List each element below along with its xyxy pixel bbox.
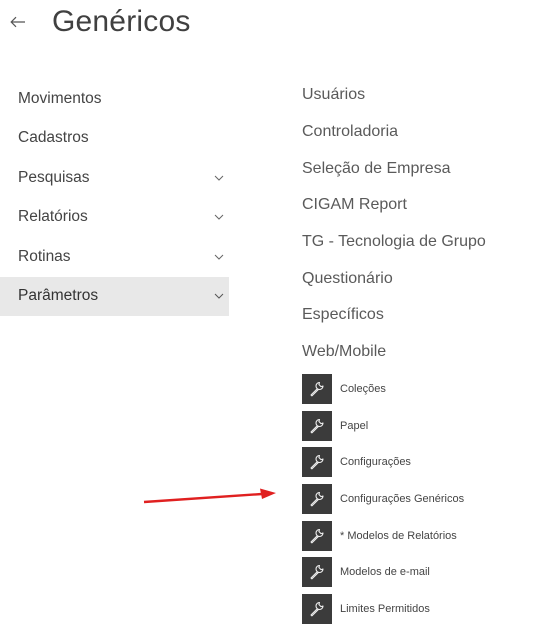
tool-item-label: Papel bbox=[340, 419, 369, 432]
submenu-item-selecao-empresa[interactable]: Seleção de Empresa bbox=[302, 150, 486, 187]
tool-item-label: * Modelos de Relatórios bbox=[340, 529, 457, 542]
tool-item-papel[interactable]: Papel bbox=[302, 408, 464, 445]
sidebar-item-label: Parâmetros bbox=[18, 287, 99, 305]
chevron-down-icon bbox=[212, 210, 226, 224]
tool-item-limites-permitidos[interactable]: Limites Permitidos bbox=[302, 591, 464, 628]
sidebar-item-label: Rotinas bbox=[18, 247, 71, 265]
submenu-item-cigam-report[interactable]: CIGAM Report bbox=[302, 187, 486, 224]
sidebar-item-cadastros[interactable]: Cadastros bbox=[0, 119, 229, 159]
wrench-icon bbox=[302, 520, 332, 551]
wrench-icon bbox=[302, 374, 332, 405]
sidebar-item-label: Pesquisas bbox=[18, 168, 90, 186]
sidebar-item-relatorios[interactable]: Relatórios bbox=[0, 198, 229, 238]
tool-item-colecoes[interactable]: Coleções bbox=[302, 371, 464, 408]
wrench-icon bbox=[302, 447, 332, 478]
tool-item-label: Coleções bbox=[340, 383, 386, 396]
sidebar-item-label: Movimentos bbox=[18, 89, 102, 107]
wrench-icon bbox=[302, 484, 332, 515]
tool-item-configuracoes[interactable]: Configurações bbox=[302, 444, 464, 481]
submenu-item-especificos[interactable]: Específicos bbox=[302, 297, 486, 334]
sidebar-item-movimentos[interactable]: Movimentos bbox=[0, 79, 229, 119]
sidebar-item-label: Cadastros bbox=[18, 129, 89, 147]
tool-item-modelos-relatorios[interactable]: * Modelos de Relatórios bbox=[302, 517, 464, 554]
submenu-item-usuarios[interactable]: Usuários bbox=[302, 77, 486, 114]
submenu-item-questionario[interactable]: Questionário bbox=[302, 260, 486, 297]
wrench-icon bbox=[302, 593, 332, 624]
chevron-down-icon bbox=[212, 250, 226, 264]
sidebar-item-pesquisas[interactable]: Pesquisas bbox=[0, 158, 229, 198]
chevron-down-icon bbox=[212, 171, 226, 185]
parametros-submenu: Usuários Controladoria Seleção de Empres… bbox=[302, 77, 486, 371]
annotation-arrow bbox=[143, 488, 276, 504]
tool-item-label: Configurações bbox=[340, 456, 411, 469]
chevron-down-icon bbox=[212, 289, 226, 303]
submenu-item-web-mobile[interactable]: Web/Mobile bbox=[302, 334, 486, 371]
tool-item-configuracoes-genericos[interactable]: Configurações Genéricos bbox=[302, 481, 464, 518]
sidebar-item-rotinas[interactable]: Rotinas bbox=[0, 237, 229, 277]
sidebar-item-label: Relatórios bbox=[18, 208, 88, 226]
page-header: Genéricos bbox=[10, 0, 191, 44]
tool-item-label: Modelos de e-mail bbox=[340, 566, 430, 579]
arrow-left-icon[interactable] bbox=[10, 12, 30, 32]
wrench-icon bbox=[302, 557, 332, 588]
submenu-item-tecnologia-grupo[interactable]: TG - Tecnologia de Grupo bbox=[302, 224, 486, 261]
sidebar-menu: Movimentos Cadastros Pesquisas Relatório… bbox=[0, 79, 229, 316]
web-mobile-tools-list: Coleções Papel Configurações Configuraçõ… bbox=[302, 371, 464, 627]
tool-item-label: Limites Permitidos bbox=[340, 602, 430, 615]
wrench-icon bbox=[302, 410, 332, 441]
sidebar-item-parametros[interactable]: Parâmetros bbox=[0, 276, 229, 316]
page-title: Genéricos bbox=[52, 5, 191, 38]
tool-item-modelos-email[interactable]: Modelos de e-mail bbox=[302, 554, 464, 591]
submenu-item-controladoria[interactable]: Controladoria bbox=[302, 114, 486, 151]
tool-item-label: Configurações Genéricos bbox=[340, 493, 465, 506]
